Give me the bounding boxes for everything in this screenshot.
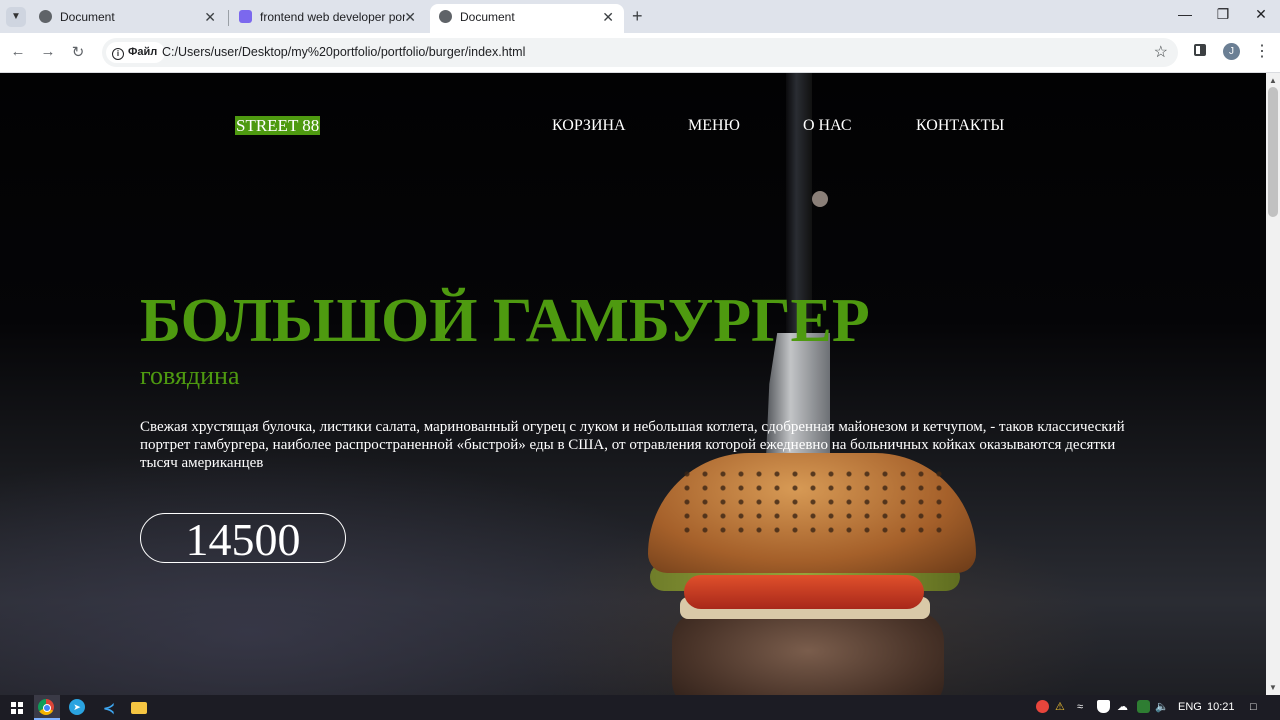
tray-app-icon[interactable] bbox=[1036, 700, 1049, 713]
tray-green-icon[interactable] bbox=[1137, 700, 1150, 713]
windows-taskbar: ➤ ≺ ⚠ ≈ ☁ 🔈 ENG 10:21 □ bbox=[0, 695, 1280, 720]
browser-tab-1[interactable]: Document ✕ bbox=[30, 4, 226, 33]
clock[interactable]: 10:21 bbox=[1207, 699, 1235, 716]
sesame-seeds bbox=[678, 467, 946, 533]
page-viewport: STREET 88 КОРЗИНА МЕНЮ О НАС КОНТАКТЫ БО… bbox=[0, 73, 1266, 695]
maximize-icon[interactable]: ❐ bbox=[1208, 6, 1238, 23]
language-indicator[interactable]: ENG bbox=[1178, 699, 1202, 716]
browser-toolbar: ← → ↻ i Файл C:/Users/user/Desktop/my%20p… bbox=[0, 33, 1280, 73]
site-info-chip[interactable]: i Файл bbox=[106, 42, 166, 63]
notifications-icon[interactable]: □ bbox=[1250, 699, 1257, 716]
burger-patty bbox=[672, 611, 944, 695]
close-tab-icon[interactable]: ✕ bbox=[204, 4, 216, 30]
forward-arrow-icon[interactable]: → bbox=[38, 43, 58, 60]
nav-link-about[interactable]: О НАС bbox=[803, 116, 852, 135]
reload-icon[interactable]: ↻ bbox=[68, 43, 88, 61]
bookmark-star-icon[interactable]: ☆ bbox=[1154, 42, 1168, 62]
browser-tab-strip: ▼ Document ✕ frontend web developer port… bbox=[0, 0, 1280, 33]
side-panel-icon[interactable] bbox=[1194, 44, 1206, 56]
windows-start-icon[interactable] bbox=[8, 699, 26, 717]
new-tab-button[interactable]: + bbox=[632, 5, 643, 27]
page-scrollbar[interactable]: ▲ ▼ bbox=[1266, 73, 1280, 695]
browser-tab-3-active[interactable]: Document ✕ bbox=[430, 4, 624, 33]
nav-link-menu[interactable]: МЕНЮ bbox=[688, 116, 740, 135]
scroll-up-arrow-icon[interactable]: ▲ bbox=[1269, 76, 1277, 85]
info-icon: i bbox=[112, 48, 124, 60]
knife-rivet bbox=[812, 191, 828, 207]
hero-subtitle: говядина bbox=[140, 361, 240, 390]
nav-link-cart[interactable]: КОРЗИНА bbox=[552, 116, 626, 135]
tab-search-dropdown-icon[interactable]: ▼ bbox=[6, 7, 26, 27]
taskbar-chrome-button[interactable] bbox=[34, 695, 60, 720]
portfolio-site-icon bbox=[239, 10, 252, 23]
tab-title: Document bbox=[60, 10, 115, 24]
scroll-down-arrow-icon[interactable]: ▼ bbox=[1269, 683, 1277, 692]
hero-title: БОЛЬШОЙ ГАМБУРГЕР bbox=[140, 287, 870, 355]
nav-link-contacts[interactable]: КОНТАКТЫ bbox=[916, 116, 1004, 135]
tab-title: Document bbox=[460, 10, 515, 24]
price-button[interactable]: 14500 bbox=[140, 513, 346, 565]
speaker-muted-icon[interactable]: 🔈 bbox=[1155, 699, 1169, 716]
profile-avatar[interactable]: J bbox=[1223, 43, 1240, 60]
chrome-icon bbox=[38, 699, 54, 715]
tab-divider bbox=[228, 10, 229, 26]
url-text[interactable]: C:/Users/user/Desktop/my%20portfolio/por… bbox=[162, 38, 525, 67]
close-tab-icon[interactable]: ✕ bbox=[602, 4, 614, 30]
scrollbar-thumb[interactable] bbox=[1268, 87, 1278, 217]
browser-menu-icon[interactable]: ⋮ bbox=[1254, 41, 1270, 61]
tab-title: frontend web developer portfol bbox=[260, 10, 405, 24]
burger-tomato bbox=[684, 575, 924, 609]
browser-tab-2[interactable]: frontend web developer portfol ✕ bbox=[230, 4, 426, 33]
wifi-icon[interactable]: ≈ bbox=[1077, 699, 1083, 716]
site-logo[interactable]: STREET 88 bbox=[235, 116, 321, 135]
globe-icon bbox=[439, 10, 452, 23]
address-bar[interactable]: i Файл C:/Users/user/Desktop/my%20portfol… bbox=[102, 38, 1178, 67]
globe-icon bbox=[39, 10, 52, 23]
vscode-icon[interactable]: ≺ bbox=[100, 699, 118, 717]
cloud-icon[interactable]: ☁ bbox=[1117, 699, 1128, 716]
site-info-label: Файл bbox=[128, 46, 158, 58]
warning-icon[interactable]: ⚠ bbox=[1055, 699, 1065, 716]
minimize-icon[interactable]: — bbox=[1170, 6, 1200, 22]
close-window-icon[interactable]: ✕ bbox=[1246, 6, 1276, 23]
security-shield-icon[interactable] bbox=[1097, 700, 1110, 713]
close-tab-icon[interactable]: ✕ bbox=[404, 4, 416, 30]
file-explorer-icon[interactable] bbox=[131, 702, 147, 714]
back-arrow-icon[interactable]: ← bbox=[8, 43, 28, 60]
hero-description: Свежая хрустящая булочка, листики салата… bbox=[140, 419, 1125, 471]
telegram-icon[interactable]: ➤ bbox=[69, 699, 85, 715]
